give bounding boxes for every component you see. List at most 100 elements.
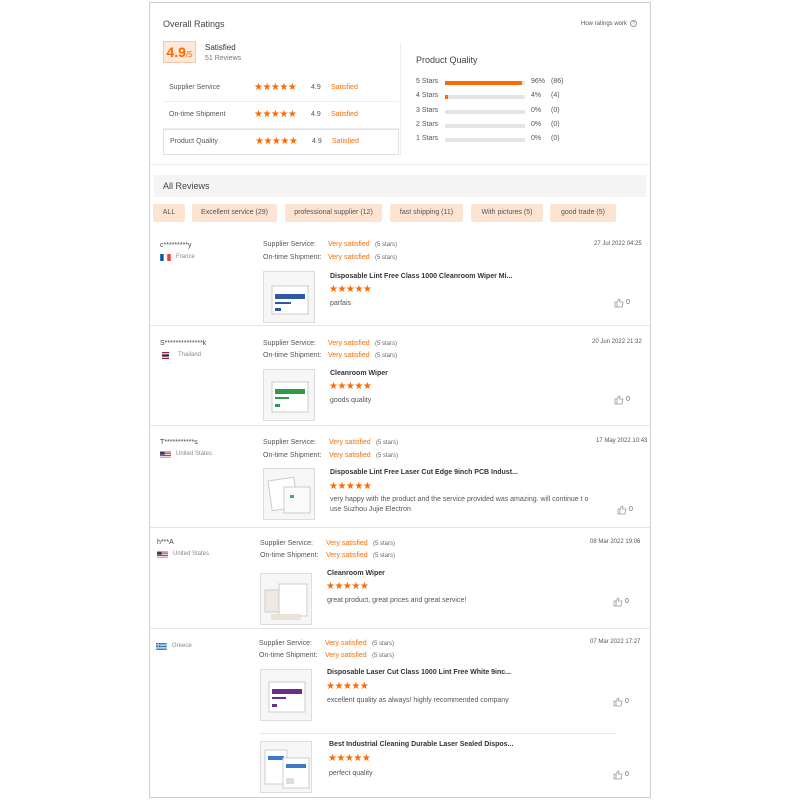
rating-label: Supplier Service <box>169 84 220 91</box>
distribution-bar <box>445 138 525 142</box>
product-thumbnail[interactable] <box>263 271 315 323</box>
question-circle-icon[interactable]: ? <box>630 20 638 27</box>
distribution-label: 1 Stars <box>416 135 439 142</box>
filter-professional-supplier[interactable]: professional supplier (12) <box>285 204 382 222</box>
filter-with-pictures[interactable]: With pictures (5) <box>471 204 543 222</box>
distribution-percent: 96% <box>531 78 546 85</box>
on-time-shipment-value: Very satisfied <box>328 254 370 261</box>
review-comment: goods quality <box>330 397 372 404</box>
thumbs-up-icon[interactable] <box>614 395 624 405</box>
like-button[interactable]: 0 <box>614 395 632 405</box>
review-date: 20 Jun 2022 21:32 <box>592 339 642 345</box>
on-time-shipment-value: Very satisfied <box>325 652 367 659</box>
stars-text: (5 stars) <box>376 453 399 459</box>
how-ratings-work-label[interactable]: How ratings work <box>581 21 627 27</box>
filter-fast-shipping[interactable]: fast shipping (11) <box>390 204 463 222</box>
product-name[interactable]: Cleanroom Wiper <box>330 370 388 377</box>
stars-text: (5 stars) <box>375 341 398 347</box>
like-button[interactable]: 0 <box>613 597 631 607</box>
star-icon-group: ★★★★★ <box>254 109 297 120</box>
thumbs-up-icon[interactable] <box>614 298 624 308</box>
stars-text: (5 stars) <box>375 255 398 261</box>
rating-row-supplier-service[interactable]: Supplier Service ★★★★★ 4.9 Satisfied <box>163 76 399 102</box>
filter-excellent-service[interactable]: Excellent service (29) <box>192 204 277 222</box>
distribution-count: (0) <box>551 121 560 128</box>
distribution-count: (0) <box>551 107 560 114</box>
product-thumbnail[interactable] <box>263 468 315 520</box>
star-icon-group: ★★★★★ <box>329 284 372 295</box>
supplier-service-label: Supplier Service: <box>259 640 312 647</box>
supplier-service-label: Supplier Service: <box>263 340 316 347</box>
on-time-shipment-label: On-time Shipment: <box>260 552 319 559</box>
star-icon-group: ★★★★★ <box>329 381 372 392</box>
how-ratings-work-link[interactable]: How ratings work? <box>581 20 638 27</box>
like-count: 0 <box>625 771 629 778</box>
like-count: 0 <box>625 598 629 605</box>
distribution-count: (4) <box>551 92 560 99</box>
product-name[interactable]: Disposable Lint Free Laser Cut Edge 9inc… <box>330 469 518 476</box>
product-name[interactable]: Cleanroom Wiper <box>327 570 385 577</box>
product-name[interactable]: Best Industrial Cleaning Durable Laser S… <box>329 741 513 748</box>
like-button[interactable]: 0 <box>613 770 631 780</box>
stars-text: (5 stars) <box>373 553 396 559</box>
review-date: 27 Jul 2022 04:25 <box>594 241 642 247</box>
on-time-shipment-label: On-time Shipment: <box>259 652 318 659</box>
product-name[interactable]: Disposable Lint Free Class 1000 Cleanroo… <box>330 273 512 280</box>
review-date: 17 May 2022 10:43 <box>596 438 648 444</box>
reviewer-name: S**************k <box>160 340 207 347</box>
star-icon-group: ★★★★★ <box>326 681 369 692</box>
supplier-service-value: Very satisfied <box>328 241 370 248</box>
star-icon-group: ★★★★★ <box>328 753 371 764</box>
rating-score: 4.9 <box>311 84 321 91</box>
review-item: c*********y France Supplier Service: Ver… <box>150 229 650 326</box>
on-time-shipment-label: On-time Shipment: <box>263 352 322 359</box>
thumbs-up-icon[interactable] <box>613 770 623 780</box>
like-button[interactable]: 0 <box>613 697 631 707</box>
distribution-percent: 0% <box>531 121 542 128</box>
review-comment: very happy with the product and the serv… <box>330 496 589 513</box>
distribution-bar-fill <box>445 81 522 85</box>
rating-row-product-quality[interactable]: Product Quality ★★★★★ 4.9 Satisfied <box>163 129 399 155</box>
filter-good-trade[interactable]: good trade (5) <box>550 204 616 222</box>
review-comment: perfect quality <box>329 770 373 777</box>
supplier-service-value: Very satisfied <box>328 340 370 347</box>
thumbs-up-icon[interactable] <box>613 697 623 707</box>
product-name[interactable]: Disposable Laser Cut Class 1000 Lint Fre… <box>327 669 511 676</box>
like-count: 0 <box>629 506 633 513</box>
star-icon-group: ★★★★★ <box>254 82 297 93</box>
reviewer-country: Greece <box>172 643 192 649</box>
product-thumbnail[interactable] <box>260 573 312 625</box>
divider <box>400 43 401 155</box>
product-thumbnail[interactable] <box>263 369 315 421</box>
filter-all[interactable]: ALL <box>153 204 185 222</box>
star-icon-group: ★★★★★ <box>329 481 372 492</box>
reviewer-country: France <box>176 254 195 260</box>
thumbs-up-icon[interactable] <box>617 505 627 515</box>
distribution-label: 2 Stars <box>416 121 439 128</box>
stars-text: (5 stars) <box>373 541 396 547</box>
rating-row-on-time-shipment[interactable]: On-time Shipment ★★★★★ 4.9 Satisfied <box>163 103 399 129</box>
supplier-service-value: Very satisfied <box>329 439 371 446</box>
distribution-label: 5 Stars <box>416 78 439 85</box>
distribution-row-3: 3 Stars 0% (0) <box>416 107 576 117</box>
review-comment: great product, great prices and great se… <box>327 597 467 604</box>
stars-text: (5 stars) <box>372 653 395 659</box>
reviews-count: 51 Reviews <box>205 55 242 62</box>
item-divider <box>260 733 616 734</box>
reviewer-name: T***********s <box>160 439 198 446</box>
overall-score-suffix: /5 <box>185 50 193 59</box>
rating-label: On-time Shipment <box>169 111 226 118</box>
review-comment: excellent quality as always! highly reco… <box>327 697 509 704</box>
rating-status: Satisfied <box>331 84 358 91</box>
review-item: T***********s United States Supplier Ser… <box>150 426 650 528</box>
review-item: S**************k Thailand Supplier Servi… <box>150 326 650 426</box>
like-button[interactable]: 0 <box>617 505 635 515</box>
product-thumbnail[interactable] <box>260 741 312 793</box>
product-thumbnail[interactable] <box>260 669 312 721</box>
distribution-row-5: 5 Stars 96% (86) <box>416 78 576 88</box>
overall-score-badge: 4.9/5 <box>163 41 196 63</box>
thumbs-up-icon[interactable] <box>613 597 623 607</box>
overall-satisfaction: Satisfied <box>205 43 236 52</box>
like-button[interactable]: 0 <box>614 298 632 308</box>
review-date: 07 Mar 2022 17:27 <box>590 639 641 645</box>
